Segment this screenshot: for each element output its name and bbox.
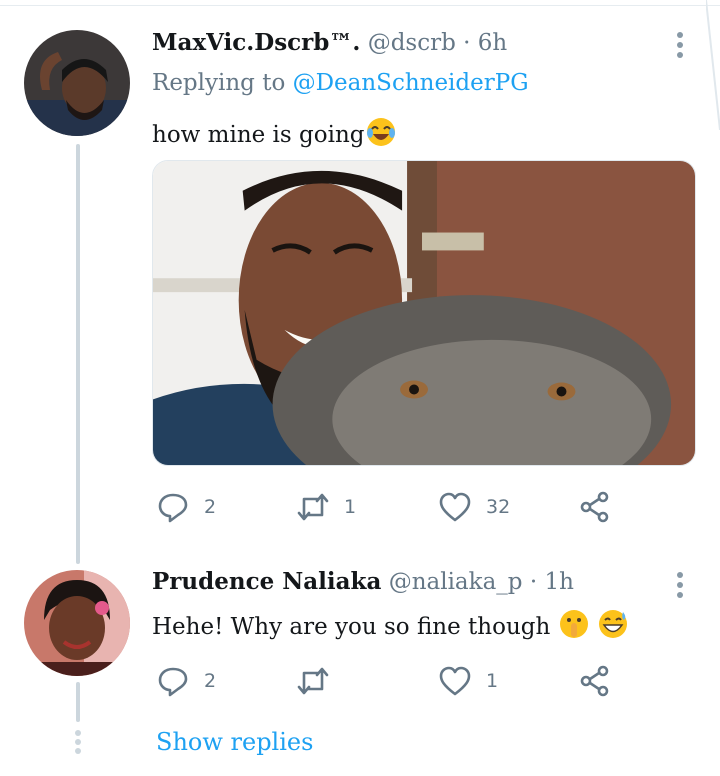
reply-author-handle[interactable]: @naliaka_p <box>389 569 523 595</box>
show-replies-link[interactable]: Show replies <box>156 728 313 756</box>
retweet-count: 1 <box>344 496 357 518</box>
tears-of-joy-emoji-icon <box>366 118 395 146</box>
share-action[interactable] <box>578 487 612 527</box>
tweet-header: MaxVic.Dscrb™. @dscrb · 6h <box>152 28 507 58</box>
author-handle[interactable]: @dscrb <box>368 30 456 56</box>
reply-action[interactable]: 2 <box>156 487 216 527</box>
like-count: 32 <box>486 496 511 518</box>
reply-body: Hehe! Why are you so fine though <box>152 614 551 640</box>
reply-count: 2 <box>204 496 217 518</box>
avatar-prudence[interactable] <box>24 570 130 676</box>
reply-like-count: 1 <box>486 670 499 692</box>
reply-like-action[interactable]: 1 <box>438 661 498 701</box>
scroll-edge-line <box>706 0 720 130</box>
tweet-time[interactable]: 6h <box>478 30 507 56</box>
heart-icon <box>439 666 471 696</box>
thread-line <box>76 144 80 564</box>
replying-to: Replying to @DeanSchneiderPG <box>152 70 529 96</box>
thread-line-lower <box>76 682 80 722</box>
top-divider <box>0 0 720 6</box>
reply-header: Prudence Naliaka @naliaka_p · 1h <box>152 567 574 597</box>
reply-separator: · <box>529 569 538 595</box>
author-name[interactable]: MaxVic.Dscrb™. <box>152 29 360 56</box>
reply-reply-count: 2 <box>204 670 217 692</box>
reply-icon <box>158 493 188 523</box>
replying-to-link[interactable]: @DeanSchneiderPG <box>293 70 529 96</box>
share-icon <box>580 665 609 697</box>
heart-icon <box>439 492 471 522</box>
avatar-maxvic[interactable] <box>24 30 130 136</box>
replying-prefix: Replying to <box>152 70 286 96</box>
grinning-sweat-emoji-icon <box>598 610 627 638</box>
retweet-icon <box>297 667 329 695</box>
reply-text: Hehe! Why are you so fine though <box>152 608 629 640</box>
reply-reply-action[interactable]: 2 <box>156 661 216 701</box>
more-replies-dots-icon <box>74 730 82 756</box>
more-options-icon[interactable] <box>675 32 685 62</box>
reply-time[interactable]: 1h <box>544 569 573 595</box>
retweet-icon <box>297 493 329 521</box>
reply-share-action[interactable] <box>578 661 612 701</box>
share-icon <box>580 491 609 523</box>
reply-icon <box>158 667 188 697</box>
shushing-face-emoji-icon <box>559 610 588 638</box>
reply-more-options-icon[interactable] <box>675 572 685 602</box>
reply-retweet-action[interactable] <box>296 661 344 701</box>
retweet-action[interactable]: 1 <box>296 487 356 527</box>
tweet-text: how mine is going <box>152 116 397 148</box>
tweet-body: how mine is going <box>152 122 365 148</box>
tweet-photo[interactable] <box>152 160 696 466</box>
separator: · <box>463 30 471 56</box>
like-action[interactable]: 32 <box>438 487 510 527</box>
reply-author-name[interactable]: Prudence Naliaka <box>152 568 381 595</box>
